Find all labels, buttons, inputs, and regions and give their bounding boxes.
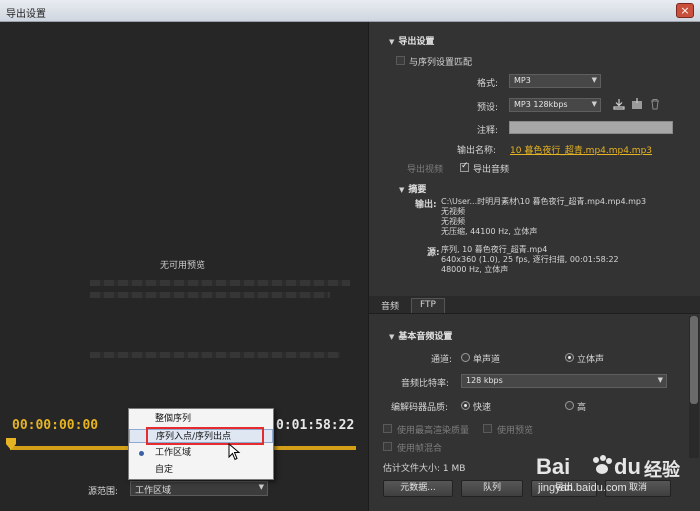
max-render-checkbox[interactable] bbox=[383, 424, 392, 433]
bitrate-label: 音频比特率: bbox=[401, 379, 450, 389]
export-video-label: 导出视频 bbox=[407, 165, 444, 175]
dropdown-option-work-area[interactable]: 工作区域 bbox=[129, 446, 273, 460]
dropdown-option-entire-sequence[interactable]: 整個序列 bbox=[129, 412, 273, 426]
settings-tab-bar: 音频 FTP bbox=[369, 296, 700, 314]
tab-ftp[interactable]: FTP bbox=[411, 298, 445, 313]
comments-label: 注释: bbox=[477, 126, 499, 136]
stereo-radio[interactable] bbox=[565, 353, 574, 362]
playhead-icon[interactable] bbox=[6, 438, 16, 452]
summary-output-text: C:\User...时明月素材\10 暮色夜行_超青.mp4.mp4.mp3 无… bbox=[441, 197, 647, 236]
preview-ghost-row bbox=[90, 280, 350, 286]
output-name-label: 输出名称: bbox=[457, 146, 497, 156]
match-sequence-label: 与序列设置匹配 bbox=[409, 58, 473, 68]
chevron-down-icon: ▼ bbox=[258, 483, 264, 491]
watermark-word: 经验 bbox=[644, 460, 680, 481]
mono-label: 单声道 bbox=[473, 355, 501, 365]
max-render-label: 使用最高渲染质量 bbox=[397, 426, 470, 436]
metadata-button[interactable]: 元数据... bbox=[383, 480, 453, 497]
estimated-size-text: 估计文件大小: 1 MB bbox=[383, 464, 466, 474]
tab-audio[interactable]: 音频 bbox=[373, 298, 407, 313]
channel-label: 通道: bbox=[431, 355, 453, 365]
export-audio-label: 导出音频 bbox=[473, 165, 510, 175]
export-settings-header[interactable]: ▼ 导出设置 bbox=[389, 34, 434, 47]
highlight-annotation-box bbox=[146, 427, 264, 445]
mono-radio[interactable] bbox=[461, 353, 470, 362]
settings-scrollbar[interactable] bbox=[689, 316, 699, 458]
bitrate-value: 128 kbps bbox=[466, 376, 503, 385]
bitrate-select[interactable]: 128 kbps ▼ bbox=[461, 374, 667, 388]
delete-preset-icon[interactable] bbox=[649, 98, 661, 110]
comments-input[interactable] bbox=[509, 121, 673, 134]
export-audio-checkbox[interactable] bbox=[460, 161, 469, 172]
stereo-label: 立体声 bbox=[577, 355, 605, 365]
dropdown-option-work-area-label: 工作区域 bbox=[155, 448, 192, 458]
source-range-label: 源范围: bbox=[88, 487, 119, 497]
fast-label: 快速 bbox=[473, 403, 492, 413]
source-range-value: 工作区域 bbox=[135, 486, 172, 496]
title-bar: 导出设置 × bbox=[0, 0, 700, 22]
summary-source-label: 源: bbox=[427, 248, 440, 258]
preset-label: 预设: bbox=[477, 103, 499, 113]
frame-blend-checkbox[interactable] bbox=[383, 442, 392, 451]
source-range-select[interactable]: 工作区域 ▼ bbox=[130, 481, 268, 496]
chevron-down-icon: ▼ bbox=[591, 100, 597, 108]
use-preview-label: 使用预览 bbox=[497, 426, 534, 436]
chevron-down-icon: ▼ bbox=[657, 376, 663, 384]
window-title: 导出设置 bbox=[6, 9, 46, 20]
dropdown-option-custom[interactable]: 自定 bbox=[129, 463, 273, 477]
high-radio[interactable] bbox=[565, 401, 574, 410]
format-value: MP3 bbox=[514, 76, 531, 85]
baidu-jingyan-watermark: Bai du 经验 jingyan.baidu.com bbox=[532, 452, 692, 502]
timecode-in[interactable]: 00:00:00:00 bbox=[12, 418, 98, 433]
selected-bullet-icon bbox=[139, 451, 144, 456]
codec-quality-label: 编解码器品质: bbox=[391, 403, 449, 413]
match-sequence-checkbox[interactable] bbox=[396, 56, 405, 65]
no-preview-text: 无可用预览 bbox=[160, 261, 206, 271]
output-name-link[interactable]: 10 暮色夜行_超青.mp4.mp4.mp3 bbox=[510, 143, 652, 156]
summary-source-text: 序列, 10 暮色夜行_超青.mp4 640x360 (1.0), 25 fps… bbox=[441, 245, 619, 274]
summary-header[interactable]: ▼ 摘要 bbox=[399, 182, 426, 195]
triangle-down-icon: ▼ bbox=[399, 186, 405, 194]
triangle-down-icon: ▼ bbox=[389, 333, 395, 341]
frame-blend-label: 使用帧混合 bbox=[397, 444, 443, 454]
save-preset-icon[interactable] bbox=[613, 98, 625, 110]
mouse-cursor-icon bbox=[228, 443, 241, 461]
use-preview-checkbox[interactable] bbox=[483, 424, 492, 433]
format-select[interactable]: MP3 ▼ bbox=[509, 74, 601, 88]
preset-select[interactable]: MP3 128kbps ▼ bbox=[509, 98, 601, 112]
watermark-brand-text-2: du bbox=[614, 454, 641, 479]
settings-panel: ▼ 导出设置 与序列设置匹配 格式: MP3 ▼ 预设: MP3 128kbps … bbox=[368, 22, 700, 511]
format-label: 格式: bbox=[477, 79, 499, 89]
high-label: 高 bbox=[577, 403, 587, 413]
triangle-down-icon: ▼ bbox=[389, 38, 395, 46]
basic-audio-header[interactable]: ▼ 基本音频设置 bbox=[389, 329, 452, 342]
fast-radio[interactable] bbox=[461, 401, 470, 410]
close-button[interactable]: × bbox=[676, 3, 694, 18]
preview-ghost-row bbox=[90, 292, 330, 298]
settings-scrollbar-thumb[interactable] bbox=[690, 316, 698, 404]
preset-value: MP3 128kbps bbox=[514, 100, 568, 109]
timecode-out[interactable]: 0:01:58:22 bbox=[276, 418, 354, 433]
import-preset-icon[interactable] bbox=[631, 98, 643, 110]
watermark-brand-text: Bai bbox=[536, 454, 571, 479]
queue-button[interactable]: 队列 bbox=[461, 480, 523, 497]
watermark-url: jingyan.baidu.com bbox=[538, 482, 627, 494]
preview-ghost-row bbox=[90, 352, 340, 358]
chevron-down-icon: ▼ bbox=[591, 76, 597, 84]
summary-output-label: 输出: bbox=[415, 200, 437, 210]
